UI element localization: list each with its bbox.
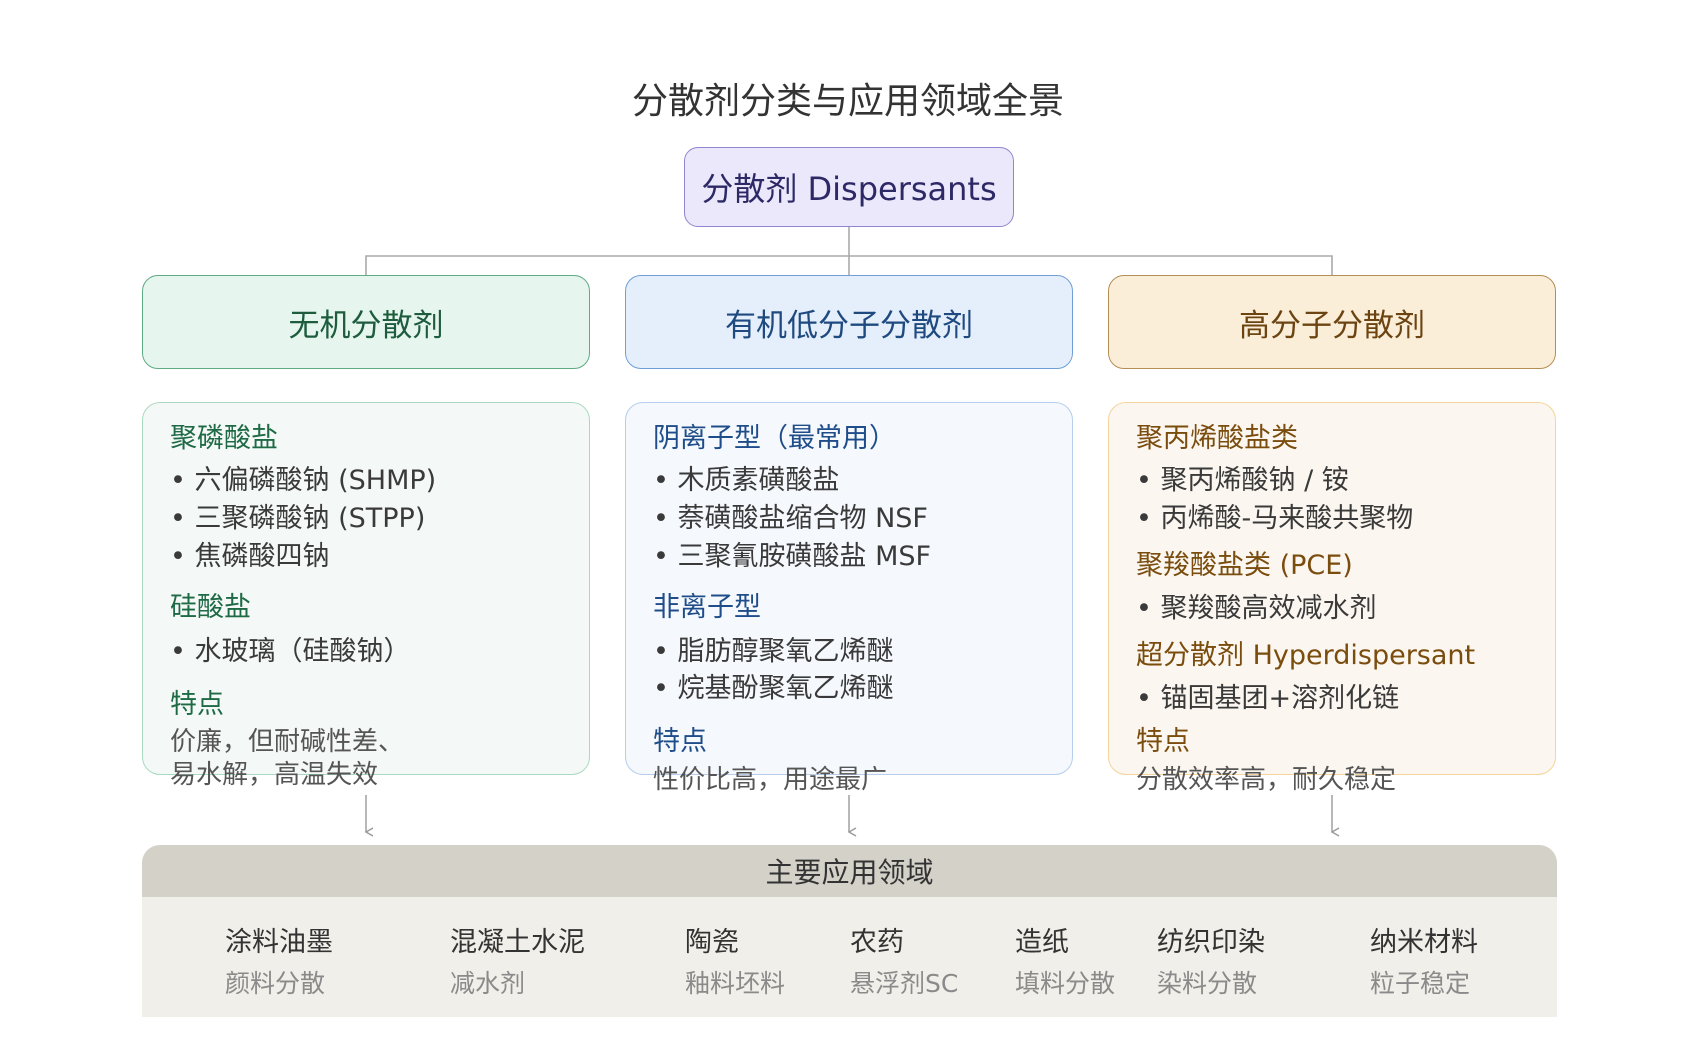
inorganic-item: • 焦磷酸四钠 bbox=[170, 541, 330, 572]
polymer-item: • 丙烯酸-马来酸共聚物 bbox=[1136, 503, 1414, 534]
polymer-item: • 聚丙烯酸钠 / 铵 bbox=[1136, 465, 1349, 496]
category-inorganic: 无机分散剂 bbox=[142, 275, 590, 369]
inorganic-item: • 水玻璃（硅酸钠） bbox=[170, 636, 411, 667]
inorganic-feature-text: 价廉，但耐碱性差、 bbox=[170, 727, 405, 757]
organic-item: • 萘磺酸盐缩合物 NSF bbox=[653, 503, 928, 534]
application-name: 农药 bbox=[850, 927, 904, 958]
inorganic-item: • 六偏磷酸钠 (SHMP) bbox=[170, 465, 437, 496]
applications-header: 主要应用领域 bbox=[142, 845, 1557, 897]
application-desc: 粒子稳定 bbox=[1370, 969, 1471, 998]
polymer-feature-text: 分散效率高，耐久稳定 bbox=[1136, 765, 1397, 795]
organic-heading-features: 特点 bbox=[653, 726, 707, 757]
organic-item: • 木质素磺酸盐 bbox=[653, 465, 840, 496]
inorganic-heading-polyphosphate: 聚磷酸盐 bbox=[170, 423, 278, 454]
applications-panel: 主要应用领域 涂料油墨 颜料分散 混凝土水泥 减水剂 陶瓷 釉料坯料 农药 悬浮… bbox=[142, 845, 1557, 1017]
application-desc: 釉料坯料 bbox=[685, 969, 786, 998]
inorganic-heading-features: 特点 bbox=[170, 689, 224, 720]
application-name: 混凝土水泥 bbox=[450, 927, 585, 958]
application-desc: 悬浮剂SC bbox=[850, 969, 959, 998]
application-name: 纳米材料 bbox=[1370, 927, 1478, 958]
organic-item: • 三聚氰胺磺酸盐 MSF bbox=[653, 541, 932, 572]
polymer-heading-hyperdispersant: 超分散剂 Hyperdispersant bbox=[1136, 640, 1476, 671]
panel-polymer bbox=[1108, 402, 1556, 775]
application-desc: 减水剂 bbox=[450, 969, 526, 998]
application-name: 陶瓷 bbox=[685, 927, 739, 958]
application-name: 造纸 bbox=[1015, 927, 1069, 958]
root-node: 分散剂 Dispersants bbox=[684, 147, 1014, 227]
organic-feature-text: 性价比高，用途最广 bbox=[653, 765, 888, 795]
inorganic-heading-silicate: 硅酸盐 bbox=[170, 592, 251, 623]
application-desc: 填料分散 bbox=[1015, 969, 1116, 998]
inorganic-feature-text: 易水解，高温失效 bbox=[170, 760, 379, 790]
application-name: 涂料油墨 bbox=[225, 927, 333, 958]
panel-organic bbox=[625, 402, 1073, 775]
organic-heading-nonionic: 非离子型 bbox=[653, 592, 761, 623]
polymer-item: • 聚羧酸高效减水剂 bbox=[1136, 593, 1377, 624]
inorganic-item: • 三聚磷酸钠 (STPP) bbox=[170, 503, 426, 534]
application-name: 纺织印染 bbox=[1157, 927, 1265, 958]
organic-item: • 烷基酚聚氧乙烯醚 bbox=[653, 673, 894, 704]
polymer-heading-polyacrylate: 聚丙烯酸盐类 bbox=[1136, 423, 1298, 454]
category-polymer: 高分子分散剂 bbox=[1108, 275, 1556, 369]
polymer-heading-features: 特点 bbox=[1136, 726, 1190, 757]
organic-heading-anionic: 阴离子型（最常用） bbox=[653, 423, 896, 454]
application-desc: 颜料分散 bbox=[225, 969, 326, 998]
polymer-item: • 锚固基团+溶剂化链 bbox=[1136, 683, 1400, 714]
organic-item: • 脂肪醇聚氧乙烯醚 bbox=[653, 636, 894, 667]
category-organic: 有机低分子分散剂 bbox=[625, 275, 1073, 369]
polymer-heading-pce: 聚羧酸盐类 (PCE) bbox=[1136, 550, 1353, 581]
application-desc: 染料分散 bbox=[1157, 969, 1258, 998]
